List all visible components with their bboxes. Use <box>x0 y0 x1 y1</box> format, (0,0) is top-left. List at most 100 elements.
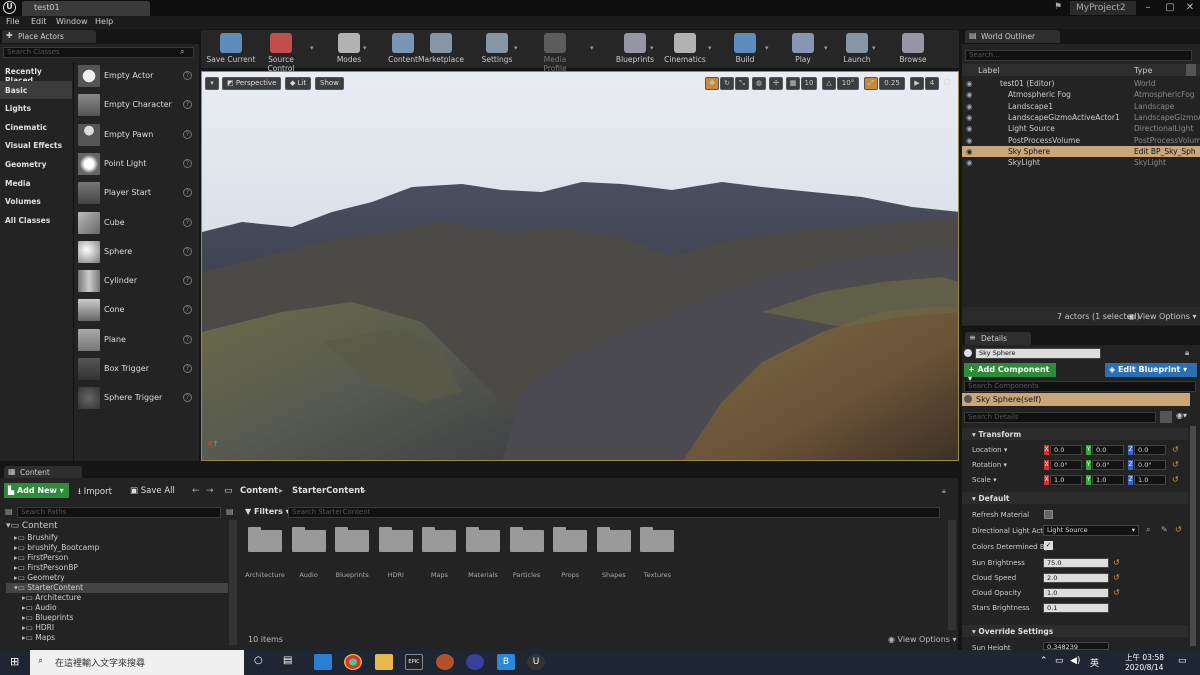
launch-dropdown[interactable]: ▾ <box>872 44 876 52</box>
folder-materials-icon[interactable] <box>466 527 500 552</box>
visibility-eye-icon[interactable]: ◉ <box>966 136 973 145</box>
folder-tree-item[interactable]: ▸▭ Maps <box>6 633 228 643</box>
scale-mode-icon[interactable]: ⤡ <box>735 77 749 90</box>
help-icon[interactable]: ? <box>183 217 192 227</box>
browse-button[interactable]: Browse <box>890 31 936 67</box>
outliner-row[interactable]: ◉ Sky Sphere Edit BP_Sky_Sph <box>962 145 1200 158</box>
tray-up-icon[interactable]: ⌃ <box>1040 656 1048 666</box>
houdini-icon[interactable] <box>436 654 454 670</box>
surface-snap-icon[interactable]: ✢ <box>769 77 783 90</box>
notifications-icon[interactable]: ▭ <box>1178 656 1187 666</box>
refresh-material-checkbox[interactable] <box>1044 510 1053 519</box>
sun-brightness-field[interactable]: 75.0 <box>1043 558 1109 568</box>
build-button[interactable]: Build <box>722 31 768 67</box>
mail-app-icon[interactable] <box>314 654 332 670</box>
actor-point-light[interactable]: Point Light? <box>74 151 196 178</box>
rotation-snap-icon[interactable]: △ <box>822 77 836 90</box>
reset-icon[interactable]: ↺ <box>1175 525 1182 534</box>
task-view-icon[interactable]: ○ <box>254 655 263 666</box>
sun-height-field[interactable]: 0.348239 <box>1043 642 1109 650</box>
windows-start-icon[interactable]: ⊞ <box>10 656 22 668</box>
help-icon[interactable]: ? <box>183 305 192 315</box>
visibility-eye-icon[interactable]: ◉ <box>966 124 973 133</box>
location-reset-icon[interactable]: ↺ <box>1172 445 1179 454</box>
tree-scrollbar[interactable] <box>229 520 237 645</box>
help-icon[interactable]: ? <box>183 393 192 403</box>
help-icon[interactable]: ? <box>183 188 192 198</box>
cinematics-button[interactable]: Cinematics <box>662 31 708 67</box>
build-dropdown[interactable]: ▾ <box>765 44 769 52</box>
help-icon[interactable]: ? <box>183 100 192 110</box>
category-visual-effects[interactable]: Visual Effects <box>0 136 72 154</box>
sources-toggle-icon[interactable]: ▤ <box>5 507 14 518</box>
default-section[interactable]: ▾ Default <box>962 492 1188 504</box>
folder-props-icon[interactable] <box>553 527 588 552</box>
folder-blueprints-icon[interactable] <box>335 527 370 552</box>
location-z-field[interactable]: 0.0 <box>1134 445 1166 455</box>
world-outliner-tab[interactable]: ▤ World Outliner <box>965 30 1060 43</box>
perspective-button[interactable]: ◩ Perspective <box>222 77 282 90</box>
folder-hdri-icon[interactable] <box>378 527 413 552</box>
source-control-button[interactable]: Source Control <box>255 31 307 73</box>
actor-empty-actor[interactable]: Empty Actor? <box>74 63 196 90</box>
epic-games-icon[interactable]: EPIC <box>405 654 423 670</box>
network-icon[interactable]: ▭ <box>1055 656 1064 666</box>
property-matrix-icon[interactable] <box>1160 411 1172 423</box>
category-volumes[interactable]: Volumes <box>0 192 72 210</box>
lit-button[interactable]: ◆ Lit <box>285 77 312 90</box>
visibility-eye-icon[interactable]: ◉ <box>966 147 973 156</box>
folder-audio-icon[interactable] <box>291 527 326 552</box>
help-icon[interactable]: ? <box>183 129 192 139</box>
help-icon[interactable]: ? <box>183 276 192 286</box>
folder-tree-item[interactable]: ▸▭ Audio <box>6 603 228 613</box>
close-button[interactable]: ✕ <box>1182 0 1198 16</box>
place-actors-tab[interactable]: ✚ Place Actors <box>2 30 96 43</box>
outliner-view-options[interactable]: ◉ View Options ▾ <box>1128 312 1197 321</box>
viewport-options-dropdown[interactable]: ▾ <box>205 77 219 90</box>
translate-mode-icon[interactable]: ✥ <box>705 77 719 90</box>
category-media[interactable]: Media <box>0 174 72 192</box>
actor-box-trigger[interactable]: Box Trigger? <box>74 356 196 383</box>
file-explorer-icon[interactable] <box>375 654 393 670</box>
search-paths-input[interactable]: Search Paths <box>17 507 221 518</box>
category-geometry[interactable]: Geometry <box>0 155 72 173</box>
maximize-button[interactable]: ▢ <box>1162 0 1178 16</box>
details-tab[interactable]: ≡ Details <box>965 332 1031 345</box>
ime-indicator[interactable]: 英 <box>1090 656 1099 669</box>
content-view-options[interactable]: ◉ View Options ▾ <box>888 635 957 644</box>
modes-dropdown[interactable]: ▾ <box>363 44 367 52</box>
filters-button[interactable]: ▼ Filters ▾ <box>245 507 290 516</box>
outliner-row[interactable]: ◉ PostProcessVolume PostProcessVolum <box>962 135 1200 146</box>
scale-x-field[interactable]: 1.0 <box>1050 475 1082 485</box>
outliner-row[interactable]: ◉ Atmospheric Fog AtmosphericFog <box>962 89 1200 100</box>
collections-icon[interactable]: ▤ <box>226 507 235 518</box>
folder-particles-icon[interactable] <box>509 527 544 552</box>
folder-tree-item[interactable]: ▸▭ Geometry <box>6 573 228 583</box>
show-button[interactable]: Show <box>315 77 344 90</box>
save-current-button[interactable]: Save Current <box>205 31 257 67</box>
content-scrollbar[interactable] <box>948 520 956 630</box>
outliner-search-input[interactable]: Search... <box>965 50 1192 61</box>
actor-plane[interactable]: Plane? <box>74 327 196 354</box>
scale-y-field[interactable]: 1.0 <box>1092 475 1124 485</box>
location-label[interactable]: Location ▾ <box>972 446 1007 454</box>
scale-label[interactable]: Scale ▾ <box>972 476 997 484</box>
folder-maps-icon[interactable] <box>422 527 457 552</box>
save-all-button[interactable]: ▣ Save All <box>130 486 175 496</box>
clock[interactable]: 上午 03:58 <box>1125 652 1164 663</box>
scale-reset-icon[interactable]: ↺ <box>1172 475 1179 484</box>
forward-arrow-icon[interactable]: → <box>206 486 214 496</box>
camera-speed-value[interactable]: 4 <box>925 77 939 90</box>
outliner-row[interactable]: ◉ Landscape1 Landscape <box>962 101 1200 112</box>
cinematics-dropdown[interactable]: ▾ <box>708 44 712 52</box>
folder-tree-item[interactable]: ▸▭ HDRI <box>6 623 228 633</box>
timeline-icon[interactable]: ▤ <box>283 655 292 666</box>
folder-tree-item[interactable]: ▸▭ Brushify <box>6 533 228 543</box>
help-icon[interactable]: ? <box>183 246 192 256</box>
scale-snap-icon[interactable]: ⤢ <box>864 77 878 90</box>
folder-tree-item[interactable]: ▾▭ StarterContent <box>6 583 228 593</box>
folder-tree-item[interactable]: ▸▭ Blueprints <box>6 613 228 623</box>
location-y-field[interactable]: 0.0 <box>1092 445 1124 455</box>
actor-empty-character[interactable]: Empty Character? <box>74 92 196 119</box>
details-scrollbar[interactable] <box>1190 426 1196 646</box>
